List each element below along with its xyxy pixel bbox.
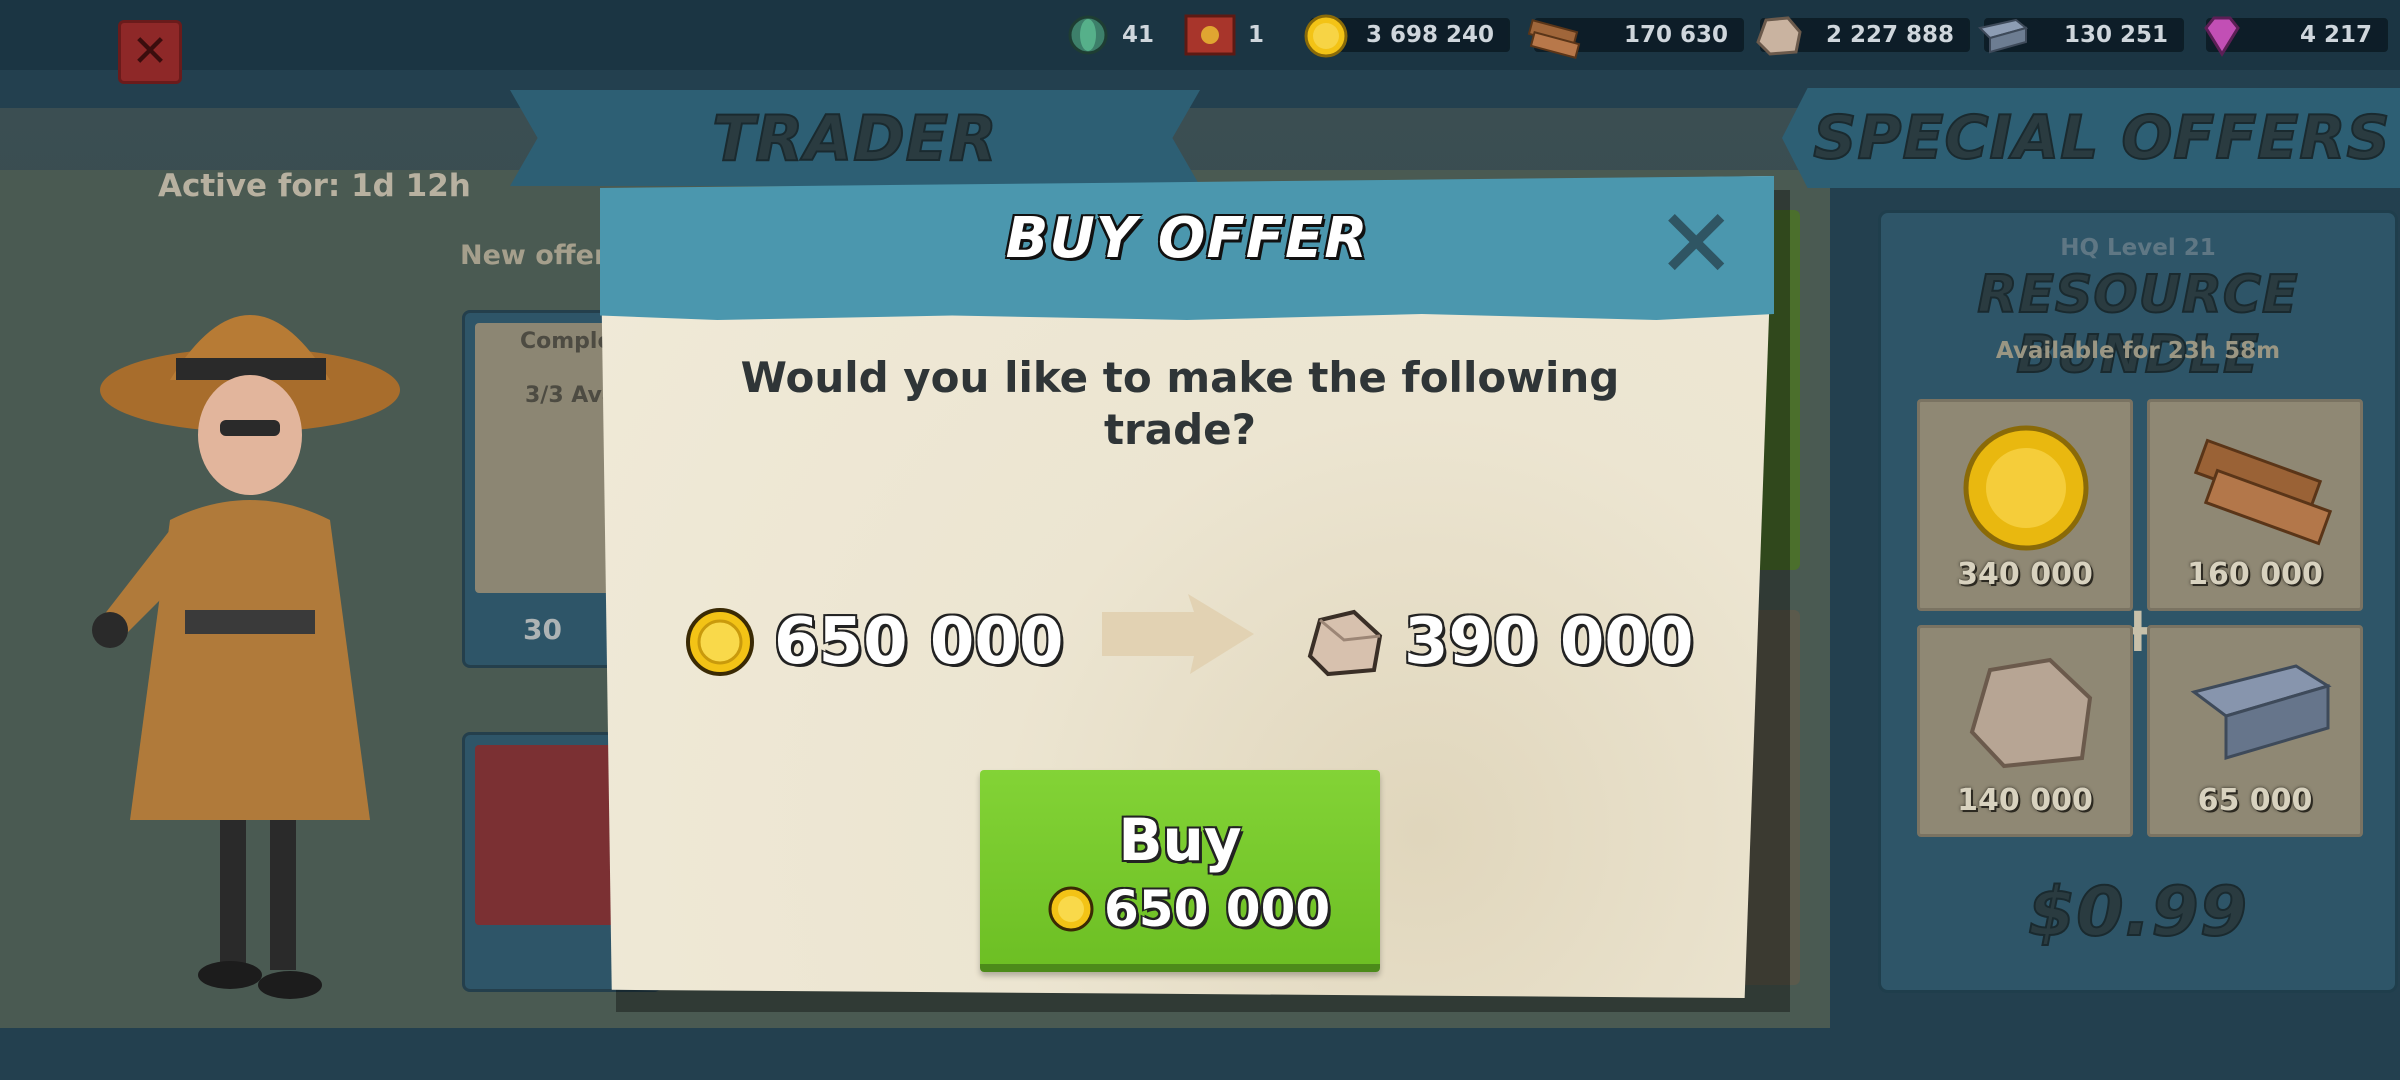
trade-get: 390 000: [1304, 600, 1693, 684]
trade-question: Would you like to make the following tra…: [740, 353, 1620, 454]
gold-coin-icon: [686, 608, 754, 676]
trade-give-amount: 650 000: [774, 605, 1064, 679]
trade-get-amount: 390 000: [1404, 605, 1694, 679]
buy-button-label: Buy: [1118, 806, 1242, 874]
stone-icon: [1307, 609, 1383, 677]
buy-button-cost-amount: 650 000: [1104, 880, 1331, 938]
trade-arrow-icon: [1102, 594, 1254, 674]
close-dialog-button[interactable]: ✕: [1656, 196, 1736, 292]
gold-coin-icon: [1048, 886, 1094, 932]
buy-button[interactable]: Buy 650 000: [980, 770, 1380, 972]
buy-button-cost: 650 000: [1046, 880, 1330, 938]
trade-give: 650 000: [684, 600, 1063, 684]
dialog-title: BUY OFFER: [1005, 206, 1369, 271]
buy-offer-dialog: BUY OFFER ✕ Would you like to make the f…: [600, 176, 1790, 1012]
